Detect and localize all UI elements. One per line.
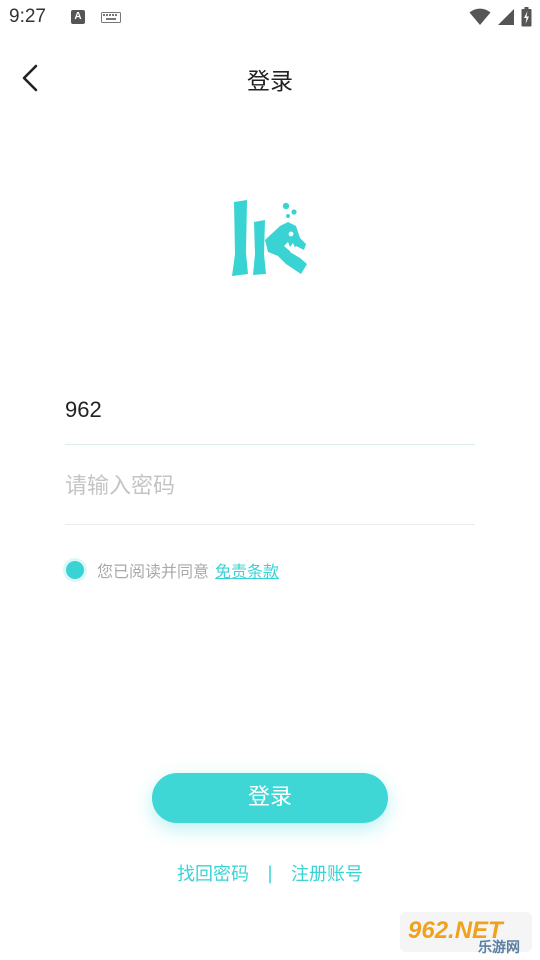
agree-text: 您已阅读并同意 [97,562,210,581]
nav-bar: 登录 [0,44,540,110]
agreement-row: 您已阅读并同意 免责条款 [66,558,279,582]
agree-checkbox[interactable] [66,561,84,579]
wifi-icon [469,8,491,25]
site-watermark: 962.NET 乐游网 [400,912,532,956]
battery-icon [521,7,532,27]
a-notification-icon: A [71,10,85,24]
register-link[interactable]: 注册账号 [291,860,363,886]
signal-icon [498,9,514,25]
watermark-sub: 乐游网 [478,939,520,956]
status-bar: 9:27 A [0,0,540,36]
page-title: 登录 [247,69,293,95]
app-logo [232,200,307,276]
status-time: 9:27 [9,6,46,27]
password-field[interactable] [65,458,475,525]
link-separator: | [266,862,274,884]
bottom-links: 找回密码 | 注册账号 [0,860,540,886]
forgot-password-link[interactable]: 找回密码 [177,860,249,886]
phone-field[interactable] [65,382,475,445]
password-input[interactable] [65,458,475,514]
phone-input[interactable] [65,382,475,438]
status-icons [469,7,532,27]
terms-link[interactable]: 免责条款 [215,558,279,582]
login-button[interactable]: 登录 [152,773,388,823]
keyboard-icon [101,12,121,23]
